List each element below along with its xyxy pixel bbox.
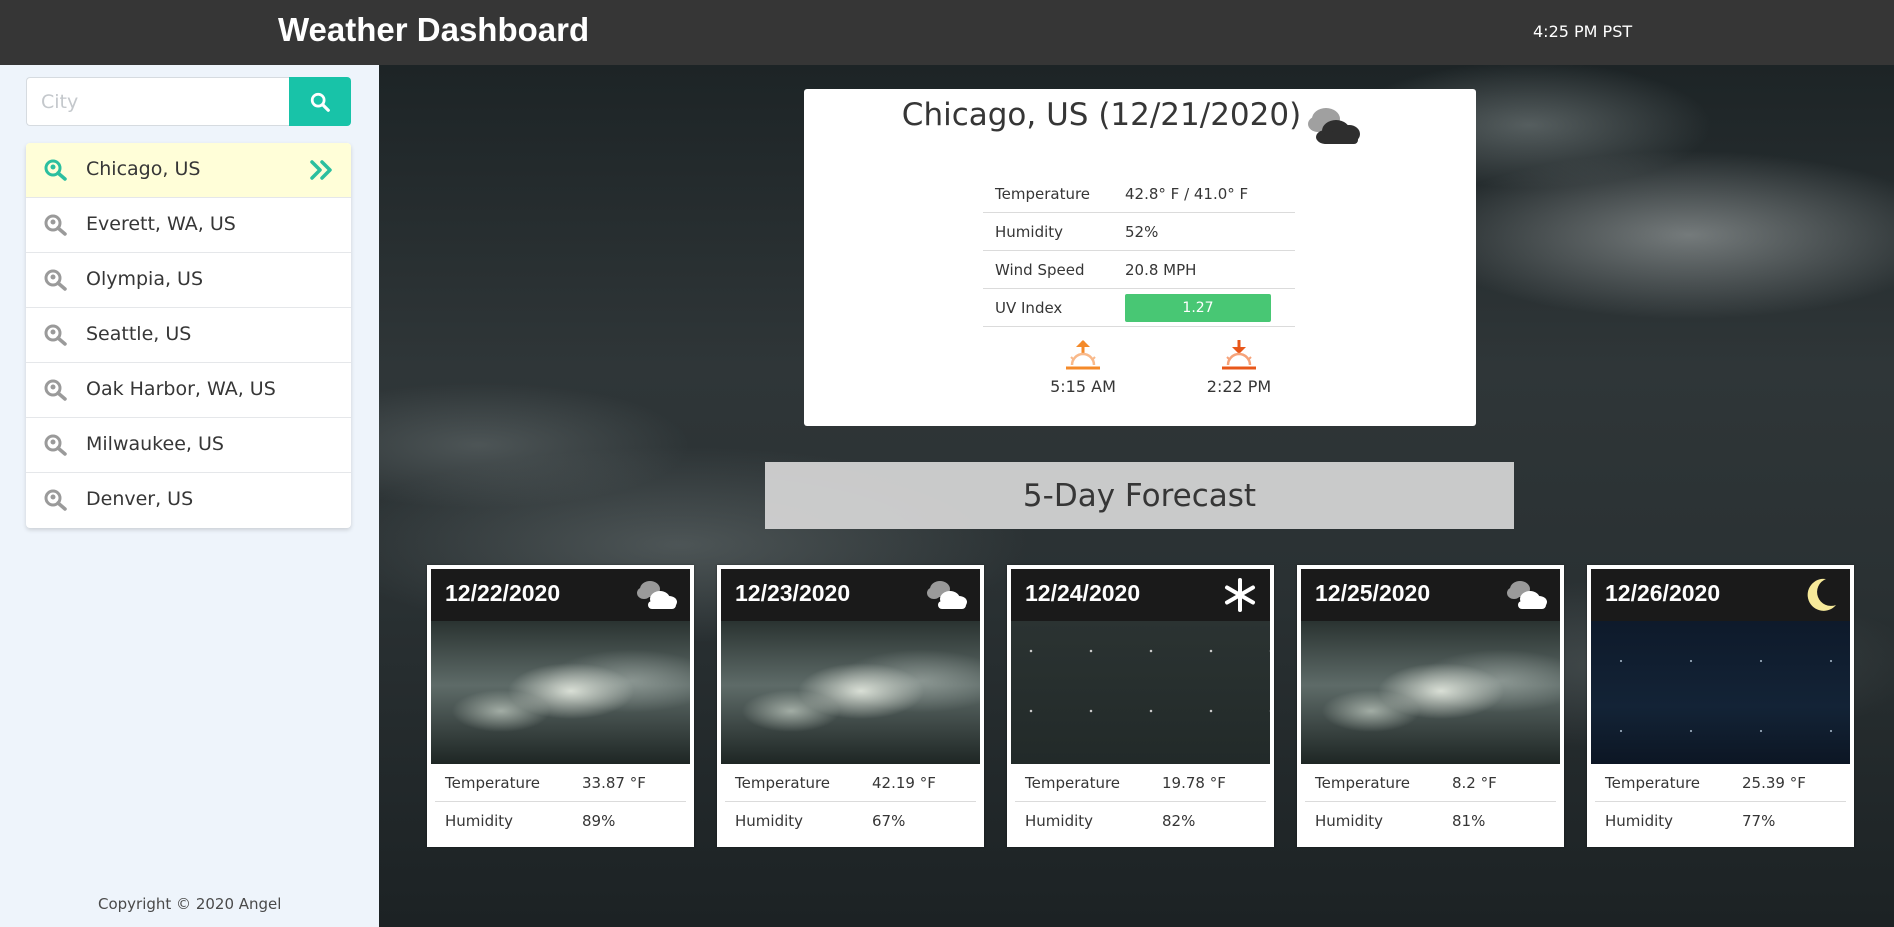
forecast-date: 12/25/2020 xyxy=(1315,580,1431,606)
forecast-heading: 5-Day Forecast xyxy=(765,462,1514,529)
city-label: Denver, US xyxy=(86,488,194,510)
city-label: Seattle, US xyxy=(86,323,192,345)
forecast-card: 12/25/2020 Temperature 8.2 °F Humidity 81% xyxy=(1297,565,1564,847)
cloudy-icon xyxy=(1507,581,1547,609)
uv-index-badge: 1.27 xyxy=(1125,293,1271,322)
current-time: 4:25 PM PST xyxy=(1533,22,1633,41)
city-label: Olympia, US xyxy=(86,268,204,290)
forecast-weather-image xyxy=(431,621,690,764)
forecast-weather-image xyxy=(1591,621,1850,764)
forecast-temp-label: Temperature xyxy=(1605,773,1701,792)
forecast-humidity-label: Humidity xyxy=(1315,812,1384,830)
forecast-temp-label: Temperature xyxy=(1315,773,1411,792)
main-content: Chicago, US (12/21/2020) Temperature 42.… xyxy=(379,65,1894,927)
sunset: 2:22 PM xyxy=(1189,339,1289,396)
forecast-temp: 19.78 °F xyxy=(1162,773,1226,792)
city-item-olympia[interactable]: Olympia, US xyxy=(26,253,351,308)
city-label: Milwaukee, US xyxy=(86,433,224,455)
forecast-temp: 33.87 °F xyxy=(582,773,646,792)
city-label: Chicago, US xyxy=(86,158,201,180)
app-header: Weather Dashboard 4:25 PM PST xyxy=(0,0,1894,65)
cloudy-icon xyxy=(1308,108,1360,144)
forecast-humidity: 67% xyxy=(872,812,906,830)
forecast-weather-image xyxy=(1301,621,1560,764)
forecast-humidity-label: Humidity xyxy=(735,812,804,830)
city-item-milwaukee[interactable]: Milwaukee, US xyxy=(26,418,351,473)
forecast-temp-label: Temperature xyxy=(445,773,541,792)
city-item-seattle[interactable]: Seattle, US xyxy=(26,308,351,363)
stat-row-uv-index: UV Index 1.27 xyxy=(983,289,1295,327)
sunrise-icon xyxy=(1066,340,1100,370)
sunset-icon xyxy=(1222,340,1256,370)
stat-row-temperature: Temperature 42.8° F / 41.0° F xyxy=(983,175,1295,213)
search-location-icon xyxy=(44,159,67,181)
search-location-icon xyxy=(44,269,67,291)
city-history-list: Chicago, US Everett, WA, US Olympia, US xyxy=(26,143,351,528)
cloudy-icon xyxy=(637,581,677,609)
sidebar: Chicago, US Everett, WA, US Olympia, US xyxy=(0,65,379,927)
current-weather-card: Chicago, US (12/21/2020) Temperature 42.… xyxy=(804,89,1476,426)
moon-icon xyxy=(1807,578,1836,611)
forecast-date: 12/23/2020 xyxy=(735,580,851,606)
stat-label: Temperature xyxy=(995,184,1091,203)
copyright: Copyright © 2020 Angel xyxy=(98,895,282,913)
search-location-icon xyxy=(44,324,67,346)
city-label: Oak Harbor, WA, US xyxy=(86,378,276,400)
forecast-weather-image xyxy=(1011,621,1270,764)
app-title: Weather Dashboard xyxy=(278,11,590,48)
sunrise-time: 5:15 AM xyxy=(1050,377,1116,396)
forecast-humidity: 77% xyxy=(1742,812,1776,830)
search-icon xyxy=(310,92,330,112)
forecast-temp: 25.39 °F xyxy=(1742,773,1806,792)
forecast-humidity: 81% xyxy=(1452,812,1486,830)
stat-value: 20.8 MPH xyxy=(1125,260,1197,279)
current-stats-table: Temperature 42.8° F / 41.0° F Humidity 5… xyxy=(983,175,1295,327)
sunset-time: 2:22 PM xyxy=(1206,377,1272,396)
stat-row-wind-speed: Wind Speed 20.8 MPH xyxy=(983,251,1295,289)
forecast-humidity-label: Humidity xyxy=(445,812,514,830)
forecast-date: 12/22/2020 xyxy=(445,580,561,606)
stat-label: Humidity xyxy=(995,222,1064,241)
sunrise: 5:15 AM xyxy=(1033,339,1133,396)
search-button[interactable] xyxy=(289,77,351,126)
forecast-weather-image xyxy=(721,621,980,764)
forecast-temp-label: Temperature xyxy=(735,773,831,792)
forecast-humidity-label: Humidity xyxy=(1605,812,1674,830)
search-bar xyxy=(26,77,351,126)
forecast-date: 12/26/2020 xyxy=(1605,580,1721,606)
city-item-everett[interactable]: Everett, WA, US xyxy=(26,198,351,253)
stat-value: 52% xyxy=(1125,222,1159,241)
search-location-icon xyxy=(44,379,67,401)
forecast-temp-label: Temperature xyxy=(1025,773,1121,792)
stat-label: UV Index xyxy=(995,298,1063,317)
forecast-card: 12/24/2020 Temperature 19.78 °F Humidity 8… xyxy=(1007,565,1274,847)
city-label: Everett, WA, US xyxy=(86,213,236,235)
forecast-humidity: 82% xyxy=(1162,812,1196,830)
forecast-temp: 42.19 °F xyxy=(872,773,936,792)
city-item-chicago[interactable]: Chicago, US xyxy=(26,143,351,198)
forecast-humidity-label: Humidity xyxy=(1025,812,1094,830)
search-location-icon xyxy=(44,434,67,456)
stat-row-humidity: Humidity 52% xyxy=(983,213,1295,251)
stat-label: Wind Speed xyxy=(995,260,1085,279)
forecast-humidity: 89% xyxy=(582,812,616,830)
city-item-oak-harbor[interactable]: Oak Harbor, WA, US xyxy=(26,363,351,418)
forecast-temp: 8.2 °F xyxy=(1452,773,1497,792)
chevron-double-right-icon xyxy=(310,160,332,180)
city-search-input[interactable] xyxy=(26,77,289,126)
search-location-icon xyxy=(44,214,67,236)
cloudy-icon xyxy=(927,581,967,609)
forecast-card: 12/22/2020 Temperature 33.87 °F Humidity 8… xyxy=(427,565,694,847)
stat-value: 42.8° F / 41.0° F xyxy=(1125,184,1249,203)
forecast-date: 12/24/2020 xyxy=(1025,580,1141,606)
snowflake-icon xyxy=(1225,578,1255,612)
city-item-denver[interactable]: Denver, US xyxy=(26,473,351,528)
forecast-card: 12/26/2020 Temperature 25.39 °F Humidity 7… xyxy=(1587,565,1854,847)
forecast-card: 12/23/2020 Temperature 42.19 °F Humidity 6… xyxy=(717,565,984,847)
search-location-icon xyxy=(44,489,67,511)
